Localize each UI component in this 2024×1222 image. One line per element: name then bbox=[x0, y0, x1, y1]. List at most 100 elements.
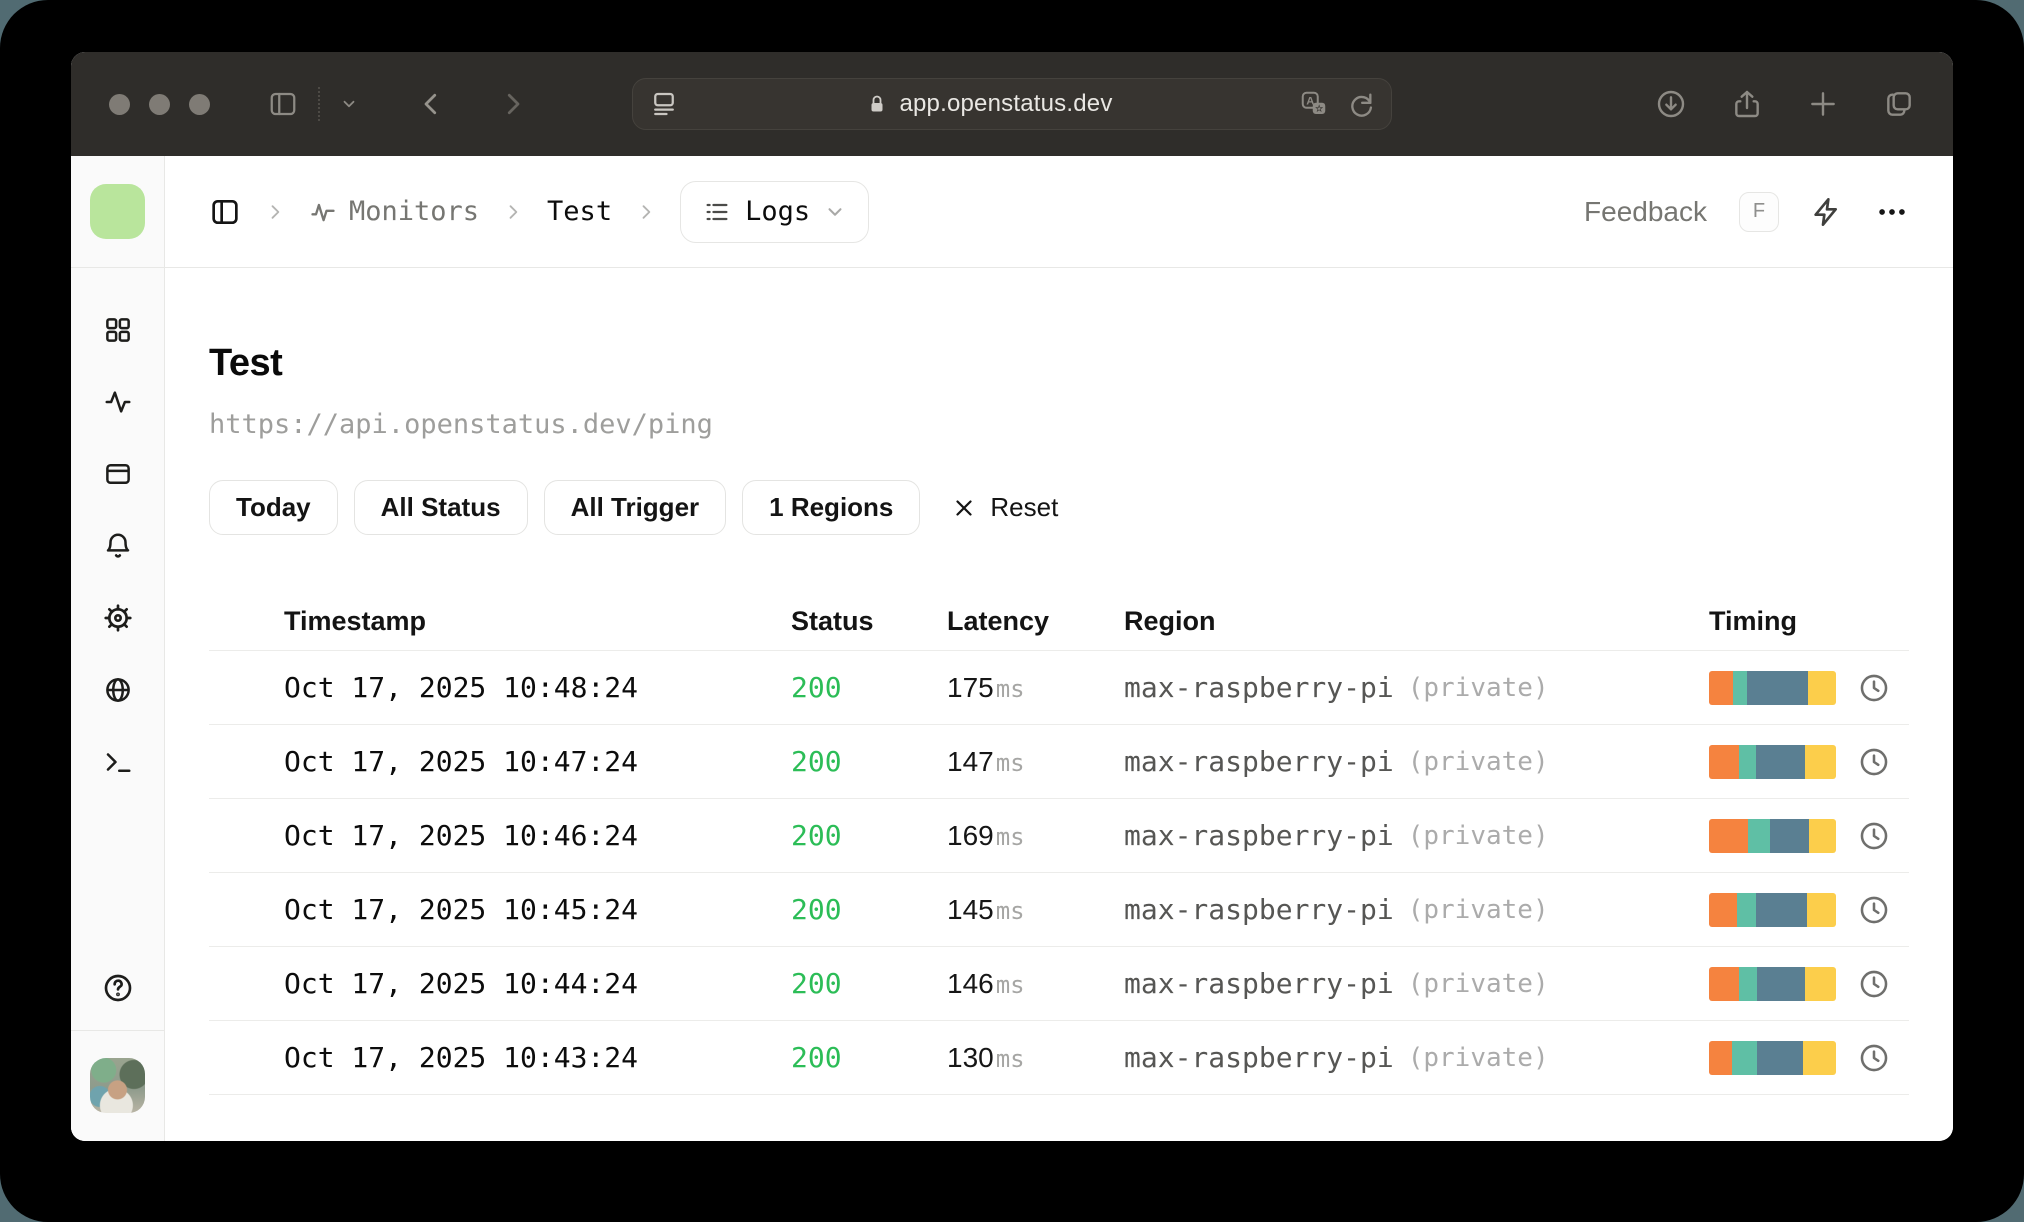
breadcrumb-chevron-icon bbox=[503, 202, 523, 222]
gear-icon bbox=[103, 604, 132, 632]
breadcrumb-item-monitors[interactable]: Monitors bbox=[309, 196, 479, 227]
breadcrumb-label: Test bbox=[547, 196, 613, 227]
timing-segment bbox=[1757, 1040, 1803, 1075]
sidebar-item-status-pages[interactable] bbox=[71, 438, 165, 510]
breadcrumb-label: Monitors bbox=[349, 196, 480, 227]
region-name: max-raspberry-pi bbox=[1124, 819, 1394, 852]
globe-icon bbox=[105, 678, 130, 702]
row-timing bbox=[1709, 966, 1909, 1001]
share-icon[interactable] bbox=[1731, 88, 1763, 120]
region-visibility: (private) bbox=[1407, 894, 1549, 925]
row-region: max-raspberry-pi (private) bbox=[1124, 893, 1709, 926]
region-name: max-raspberry-pi bbox=[1124, 745, 1394, 778]
sidebar-item-dashboard[interactable] bbox=[71, 294, 165, 366]
filter-status-button[interactable]: All Status bbox=[353, 480, 528, 535]
timing-segment bbox=[1755, 892, 1807, 927]
region-visibility: (private) bbox=[1407, 968, 1549, 999]
filter-period-button[interactable]: Today bbox=[209, 480, 338, 535]
clock-icon[interactable] bbox=[1857, 967, 1891, 1001]
app-sidebar-toggle-icon[interactable] bbox=[209, 196, 241, 228]
timing-segment bbox=[1709, 966, 1740, 1001]
sidebar-item-settings[interactable] bbox=[71, 582, 165, 654]
row-timing bbox=[1709, 744, 1909, 779]
reset-filters-button[interactable]: Reset bbox=[952, 492, 1058, 523]
latency-value: 175 bbox=[947, 671, 994, 703]
breadcrumb-label: Logs bbox=[745, 196, 811, 227]
help-circle-icon bbox=[104, 974, 131, 1002]
back-button[interactable] bbox=[416, 89, 446, 119]
timing-segment bbox=[1802, 1040, 1836, 1075]
row-timing bbox=[1709, 1040, 1909, 1075]
row-region: max-raspberry-pi (private) bbox=[1124, 819, 1709, 852]
filter-regions-button[interactable]: 1 Regions bbox=[742, 480, 921, 535]
table-row[interactable]: Oct 17, 2025 10:46:24 200 169 ms max-ras… bbox=[209, 799, 1909, 873]
lock-icon bbox=[865, 92, 889, 116]
filter-bar: Today All Status All Trigger 1 Regions R… bbox=[209, 480, 1909, 535]
table-row[interactable]: Oct 17, 2025 10:47:24 200 147 ms max-ras… bbox=[209, 725, 1909, 799]
close-icon bbox=[952, 496, 976, 520]
clock-icon[interactable] bbox=[1857, 671, 1891, 705]
clock-icon[interactable] bbox=[1857, 1041, 1891, 1075]
row-timing bbox=[1709, 818, 1909, 853]
latency-unit: ms bbox=[995, 674, 1025, 703]
sidebar-chevron-down-icon[interactable] bbox=[340, 95, 358, 113]
downloads-icon[interactable] bbox=[1655, 88, 1687, 120]
row-timestamp: Oct 17, 2025 10:43:24 bbox=[284, 1041, 639, 1074]
workspace-logo[interactable] bbox=[90, 184, 145, 239]
tab-overview-icon[interactable] bbox=[1883, 88, 1915, 120]
sidebar-item-help[interactable] bbox=[102, 972, 134, 1004]
logs-page-selector[interactable]: Logs bbox=[680, 180, 870, 243]
address-bar[interactable]: app.openstatus.dev A ☆ bbox=[632, 78, 1392, 130]
region-visibility: (private) bbox=[1407, 820, 1549, 851]
sidebar-item-cli[interactable] bbox=[71, 726, 165, 798]
close-window-button[interactable] bbox=[109, 93, 130, 115]
sidebar-item-monitors[interactable] bbox=[71, 366, 165, 438]
log-table-body: Oct 17, 2025 10:48:24 200 175 ms max-ras… bbox=[209, 651, 1909, 1095]
row-latency: 146 ms bbox=[947, 968, 1124, 1000]
list-icon bbox=[703, 198, 731, 226]
filter-trigger-button[interactable]: All Trigger bbox=[543, 480, 727, 535]
monitor-endpoint-url: https://api.openstatus.dev/ping bbox=[209, 409, 713, 440]
timing-segment bbox=[1806, 892, 1836, 927]
feedback-button[interactable]: Feedback bbox=[1584, 196, 1707, 228]
command-menu-button[interactable] bbox=[1811, 196, 1843, 228]
row-latency: 175 ms bbox=[947, 672, 1124, 704]
forward-button[interactable] bbox=[498, 89, 528, 119]
clock-icon[interactable] bbox=[1857, 819, 1891, 853]
translate-icon[interactable]: A ☆ bbox=[1299, 89, 1329, 119]
column-header-latency: Latency bbox=[947, 606, 1050, 636]
table-row[interactable]: Oct 17, 2025 10:43:24 200 130 ms max-ras… bbox=[209, 1021, 1909, 1095]
breadcrumb-item-monitor-name[interactable]: Test bbox=[547, 196, 612, 227]
more-options-button[interactable] bbox=[1875, 195, 1909, 229]
user-avatar[interactable] bbox=[90, 1058, 145, 1113]
zoom-window-button[interactable] bbox=[189, 93, 210, 115]
activity-icon bbox=[309, 198, 337, 226]
app-shell: Monitors Test Logs Feedback F Test https… bbox=[71, 156, 1953, 1141]
timing-segment bbox=[1805, 966, 1836, 1001]
minimize-window-button[interactable] bbox=[149, 93, 170, 115]
sidebar-item-domains[interactable] bbox=[71, 654, 165, 726]
main-area: Monitors Test Logs Feedback F Test https… bbox=[165, 156, 1953, 1141]
region-name: max-raspberry-pi bbox=[1124, 671, 1394, 704]
table-row[interactable]: Oct 17, 2025 10:44:24 200 146 ms max-ras… bbox=[209, 947, 1909, 1021]
timing-bar bbox=[1709, 670, 1836, 705]
latency-value: 130 bbox=[947, 1041, 994, 1073]
latency-unit: ms bbox=[995, 748, 1025, 777]
sidebar-item-notifications[interactable] bbox=[71, 510, 165, 582]
page-format-icon[interactable] bbox=[649, 89, 679, 119]
reload-icon[interactable] bbox=[1347, 90, 1375, 118]
timing-segment bbox=[1709, 818, 1749, 853]
row-latency: 130 ms bbox=[947, 1042, 1124, 1074]
log-table-header: Timestamp Status Latency Region Timing bbox=[209, 593, 1909, 651]
sidebar-toggle-icon[interactable] bbox=[268, 89, 298, 119]
latency-value: 145 bbox=[947, 893, 994, 925]
table-row[interactable]: Oct 17, 2025 10:48:24 200 175 ms max-ras… bbox=[209, 651, 1909, 725]
new-tab-icon[interactable] bbox=[1807, 88, 1839, 120]
clock-icon[interactable] bbox=[1857, 745, 1891, 779]
browser-window: app.openstatus.dev A ☆ Monitors Test Log… bbox=[71, 52, 1953, 1141]
timing-bar bbox=[1709, 1040, 1836, 1075]
svg-text:☆: ☆ bbox=[1315, 104, 1324, 114]
latency-value: 146 bbox=[947, 967, 994, 999]
table-row[interactable]: Oct 17, 2025 10:45:24 200 145 ms max-ras… bbox=[209, 873, 1909, 947]
clock-icon[interactable] bbox=[1857, 893, 1891, 927]
